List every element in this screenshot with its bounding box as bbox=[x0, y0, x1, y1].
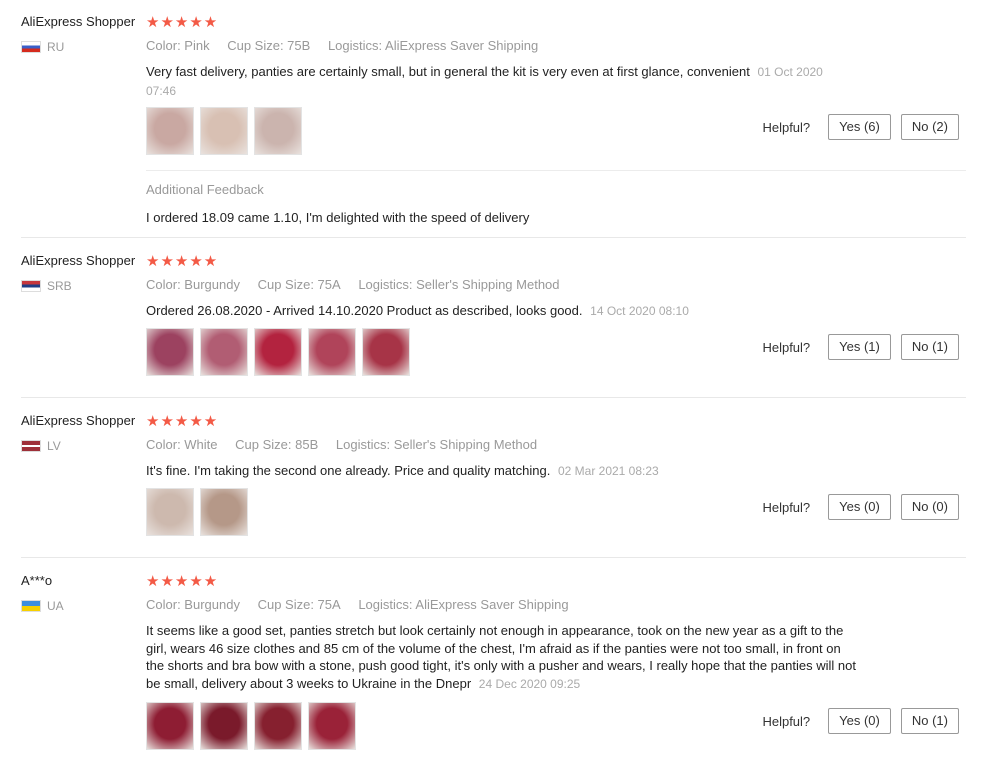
review-photo[interactable] bbox=[200, 702, 248, 750]
review-author: AliExpress Shopper bbox=[21, 413, 136, 428]
review-country: LV bbox=[21, 439, 61, 453]
star-rating: ★★★★★ bbox=[146, 573, 219, 590]
review-author: A***o bbox=[21, 573, 53, 588]
review-photo[interactable] bbox=[200, 107, 248, 155]
attr-color: Color: White bbox=[146, 437, 218, 452]
review-attributes: Color: Burgundy Cup Size: 75A Logistics:… bbox=[146, 597, 583, 612]
additional-feedback-text: I ordered 18.09 came 1.10, I'm delighted… bbox=[146, 210, 530, 225]
review-body: It's fine. I'm taking the second one alr… bbox=[146, 463, 551, 478]
helpful-yes-button[interactable]: Yes (1) bbox=[828, 334, 891, 360]
helpful-yes-button[interactable]: Yes (0) bbox=[828, 708, 891, 734]
attr-logistics: Logistics: AliExpress Saver Shipping bbox=[358, 597, 569, 612]
star-rating: ★★★★★ bbox=[146, 14, 219, 31]
attr-logistics: Logistics: AliExpress Saver Shipping bbox=[327, 38, 539, 53]
review-author: AliExpress Shopper bbox=[21, 253, 136, 268]
divider bbox=[146, 170, 966, 171]
attr-cup-size: Cup Size: 75B bbox=[227, 38, 311, 53]
country-code: RU bbox=[47, 40, 65, 54]
review-photos bbox=[146, 702, 356, 750]
helpful-label: Helpful? bbox=[762, 713, 811, 729]
review-photo[interactable] bbox=[146, 488, 194, 536]
country-code: LV bbox=[47, 439, 61, 453]
review-text: It seems like a good set, panties stretc… bbox=[146, 622, 861, 693]
attr-color: Color: Pink bbox=[146, 38, 210, 53]
review-photo[interactable] bbox=[146, 328, 194, 376]
helpful-no-button[interactable]: No (2) bbox=[900, 114, 959, 140]
star-rating: ★★★★★ bbox=[146, 413, 219, 430]
helpful-controls: Helpful? Yes (0) No (0) bbox=[762, 494, 959, 520]
review-photo[interactable] bbox=[200, 328, 248, 376]
helpful-controls: Helpful? Yes (6) No (2) bbox=[762, 114, 959, 140]
attr-color: Color: Burgundy bbox=[146, 277, 240, 292]
divider bbox=[21, 237, 966, 238]
attr-cup-size: Cup Size: 85B bbox=[235, 437, 319, 452]
helpful-label: Helpful? bbox=[762, 119, 811, 135]
country-code: SRB bbox=[47, 279, 72, 293]
divider bbox=[21, 397, 966, 398]
review-date: 14 Oct 2020 08:10 bbox=[590, 304, 689, 318]
review-photo[interactable] bbox=[146, 702, 194, 750]
helpful-controls: Helpful? Yes (1) No (1) bbox=[762, 334, 959, 360]
helpful-no-button[interactable]: No (1) bbox=[900, 334, 959, 360]
review-photos bbox=[146, 328, 410, 376]
review-photo[interactable] bbox=[308, 328, 356, 376]
review-photo[interactable] bbox=[254, 107, 302, 155]
review-country: SRB bbox=[21, 279, 72, 293]
flag-icon bbox=[21, 440, 41, 452]
review-photo[interactable] bbox=[362, 328, 410, 376]
attr-logistics: Logistics: Seller's Shipping Method bbox=[358, 277, 560, 292]
attr-cup-size: Cup Size: 75A bbox=[257, 277, 341, 292]
review-photo[interactable] bbox=[254, 328, 302, 376]
additional-feedback-title: Additional Feedback bbox=[146, 182, 264, 197]
helpful-label: Helpful? bbox=[762, 339, 811, 355]
review-photos bbox=[146, 488, 248, 536]
review-photos bbox=[146, 107, 302, 155]
attr-color: Color: Burgundy bbox=[146, 597, 240, 612]
review-author: AliExpress Shopper bbox=[21, 14, 136, 29]
review-country: RU bbox=[21, 40, 64, 54]
flag-icon bbox=[21, 280, 41, 292]
review-date: 24 Dec 2020 09:25 bbox=[478, 676, 581, 691]
review-attributes: Color: Pink Cup Size: 75B Logistics: Ali… bbox=[146, 38, 552, 53]
attr-logistics: Logistics: Seller's Shipping Method bbox=[335, 437, 538, 452]
review-country: UA bbox=[21, 599, 64, 613]
review-date: 02 Mar 2021 08:23 bbox=[557, 464, 659, 478]
review-photo[interactable] bbox=[146, 107, 194, 155]
flag-icon bbox=[21, 600, 41, 612]
review-text: Ordered 26.08.2020 - Arrived 14.10.2020 … bbox=[146, 302, 866, 321]
helpful-no-button[interactable]: No (1) bbox=[900, 708, 959, 734]
review-photo[interactable] bbox=[200, 488, 248, 536]
review-body: Ordered 26.08.2020 - Arrived 14.10.2020 … bbox=[146, 303, 583, 318]
divider bbox=[21, 557, 966, 558]
review-body: Very fast delivery, panties are certainl… bbox=[146, 64, 750, 79]
country-code: UA bbox=[47, 599, 64, 613]
review-attributes: Color: Burgundy Cup Size: 75A Logistics:… bbox=[146, 277, 574, 292]
review-photo[interactable] bbox=[308, 702, 356, 750]
helpful-yes-button[interactable]: Yes (6) bbox=[828, 114, 891, 140]
star-rating: ★★★★★ bbox=[146, 253, 219, 270]
helpful-yes-button[interactable]: Yes (0) bbox=[828, 494, 891, 520]
attr-cup-size: Cup Size: 75A bbox=[257, 597, 341, 612]
flag-icon bbox=[21, 41, 41, 53]
review-text: It's fine. I'm taking the second one alr… bbox=[146, 462, 866, 481]
review-attributes: Color: White Cup Size: 85B Logistics: Se… bbox=[146, 437, 551, 452]
review-photo[interactable] bbox=[254, 702, 302, 750]
review-text: Very fast delivery, panties are certainl… bbox=[146, 63, 846, 100]
helpful-label: Helpful? bbox=[762, 499, 811, 515]
helpful-no-button[interactable]: No (0) bbox=[900, 494, 959, 520]
helpful-controls: Helpful? Yes (0) No (1) bbox=[762, 708, 959, 734]
